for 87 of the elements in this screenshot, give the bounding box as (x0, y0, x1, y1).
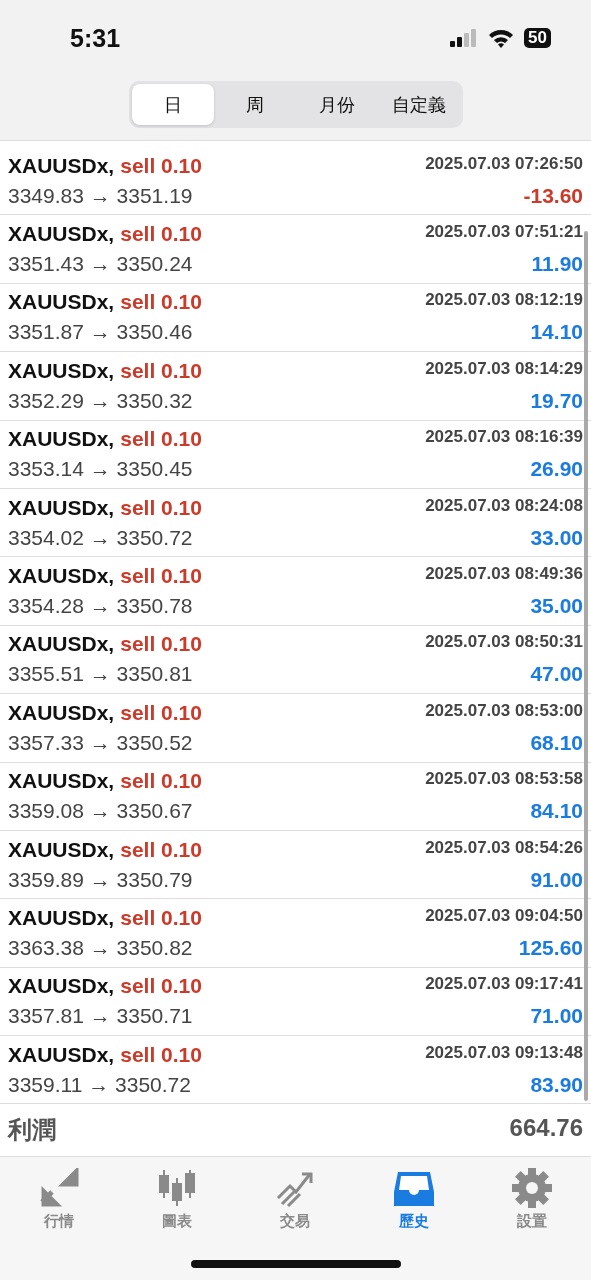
symbol-text: XAUUSDx, (8, 974, 115, 999)
order-side: sell 0.10 (120, 290, 202, 315)
price-range: 3354.02 → 3350.72 (8, 525, 194, 550)
price-range: 3357.33 → 3350.52 (8, 730, 194, 755)
profit-value: 35.00 (530, 594, 583, 619)
deal-time: 2025.07.03 09:13:48 (425, 1042, 583, 1064)
order-side: sell 0.10 (120, 222, 202, 247)
profit-value: 125.60 (518, 936, 583, 960)
settings-icon (510, 1168, 553, 1209)
symbol-text: XAUUSDx, (8, 495, 115, 520)
order-side: sell 0.10 (120, 564, 202, 589)
profit-value: 83.90 (530, 1072, 583, 1097)
wifi-icon (488, 28, 515, 48)
deal-time: 2025.07.03 08:49:36 (425, 564, 583, 586)
profit-value: 84.10 (530, 799, 583, 824)
symbol-text: XAUUSDx, (8, 358, 115, 383)
profit-value: 71.00 (530, 1004, 583, 1029)
period-tab[interactable]: 日 (131, 84, 214, 125)
price-range: 3359.11 → 3350.72 (8, 1072, 192, 1097)
price-range: 3349.83 → 3351.19 (8, 183, 194, 208)
symbol-text: XAUUSDx, (8, 906, 115, 930)
nav-tab[interactable]: 歷史 (363, 1167, 464, 1233)
nav-tab[interactable]: 行情 (9, 1167, 110, 1233)
price-range: 3351.87 → 3350.46 (8, 320, 194, 345)
period-tab[interactable]: 周 (213, 84, 296, 125)
symbol-text: XAUUSDx, (8, 769, 115, 794)
order-side: sell 0.10 (120, 906, 202, 930)
profit-value: 33.00 (530, 525, 583, 550)
price-range: 3354.28 → 3350.78 (8, 594, 194, 619)
diagonal-arrows-icon (38, 1168, 81, 1209)
order-side: sell 0.10 (120, 769, 202, 794)
order-side: sell 0.10 (120, 837, 202, 862)
price-range: 3359.08 → 3350.67 (8, 799, 194, 824)
price-range: 3351.43 → 3350.24 (8, 252, 194, 277)
deal-time: 2025.07.03 08:16:39 (425, 427, 583, 449)
price-range: 3353.14 → 3350.45 (8, 457, 194, 482)
order-side: sell 0.10 (120, 495, 202, 520)
order-side: sell 0.10 (120, 974, 202, 999)
order-side: sell 0.10 (120, 632, 202, 657)
profit-value: 47.00 (530, 662, 583, 687)
deal-time: 2025.07.03 08:53:58 (425, 769, 583, 791)
order-side: sell 0.10 (120, 1042, 202, 1067)
deal-time: 2025.07.03 08:12:19 (425, 290, 583, 312)
profit-value: 26.90 (530, 457, 583, 482)
symbol-text: XAUUSDx, (8, 427, 115, 452)
price-range: 3363.38 → 3350.82 (8, 936, 194, 960)
deal-time: 2025.07.03 08:14:29 (425, 358, 583, 380)
profit-value: 68.10 (530, 730, 583, 755)
status-time: 5:31 (70, 23, 121, 53)
battery-level: 50 (524, 28, 551, 48)
order-side: sell 0.10 (120, 427, 202, 452)
order-side: sell 0.10 (120, 358, 202, 383)
period-tab[interactable]: 自定義 (377, 84, 460, 125)
deal-time: 2025.07.03 07:51:21 (425, 222, 583, 244)
price-range: 3357.81 → 3350.71 (8, 1004, 194, 1029)
deal-time: 2025.07.03 09:04:50 (425, 906, 583, 927)
price-range: 3352.29 → 3350.32 (8, 388, 194, 413)
profit-value: 19.70 (530, 388, 583, 413)
deal-time: 2025.07.03 08:24:08 (425, 495, 583, 517)
symbol-text: XAUUSDx, (8, 632, 115, 657)
summary-label: 利潤 (8, 1115, 56, 1146)
deal-time: 2025.07.03 09:17:41 (425, 974, 583, 996)
symbol-text: XAUUSDx, (8, 837, 115, 862)
price-range: 3359.89 → 3350.79 (8, 867, 194, 892)
nav-tab[interactable]: 圖表 (127, 1167, 228, 1233)
profit-value: 91.00 (530, 867, 583, 892)
symbol-text: XAUUSDx, (8, 222, 115, 247)
symbol-text: XAUUSDx, (8, 700, 115, 725)
summary-value: 664.76 (509, 1114, 583, 1144)
symbol-text: XAUUSDx, (8, 564, 115, 589)
signal-icon (450, 29, 479, 47)
symbol-text: XAUUSDx, (8, 153, 115, 178)
symbol-text: XAUUSDx, (8, 290, 115, 315)
order-side: sell 0.10 (120, 700, 202, 725)
profit-value: 11.90 (531, 252, 583, 277)
profit-value: -13.60 (523, 183, 583, 208)
price-range: 3355.51 → 3350.81 (8, 662, 194, 687)
order-side: sell 0.10 (120, 153, 202, 178)
deal-time: 2025.07.03 08:54:26 (425, 837, 583, 859)
deal-time: 2025.07.03 08:50:31 (425, 632, 583, 654)
nav-tab[interactable]: 設置 (481, 1167, 582, 1233)
deal-time: 2025.07.03 07:26:50 (425, 153, 583, 175)
period-tab[interactable]: 月份 (295, 84, 378, 125)
nav-tab[interactable]: 交易 (245, 1167, 346, 1233)
symbol-text: XAUUSDx, (8, 1042, 115, 1067)
deal-time: 2025.07.03 08:53:00 (425, 700, 583, 722)
profit-value: 14.10 (530, 320, 583, 345)
